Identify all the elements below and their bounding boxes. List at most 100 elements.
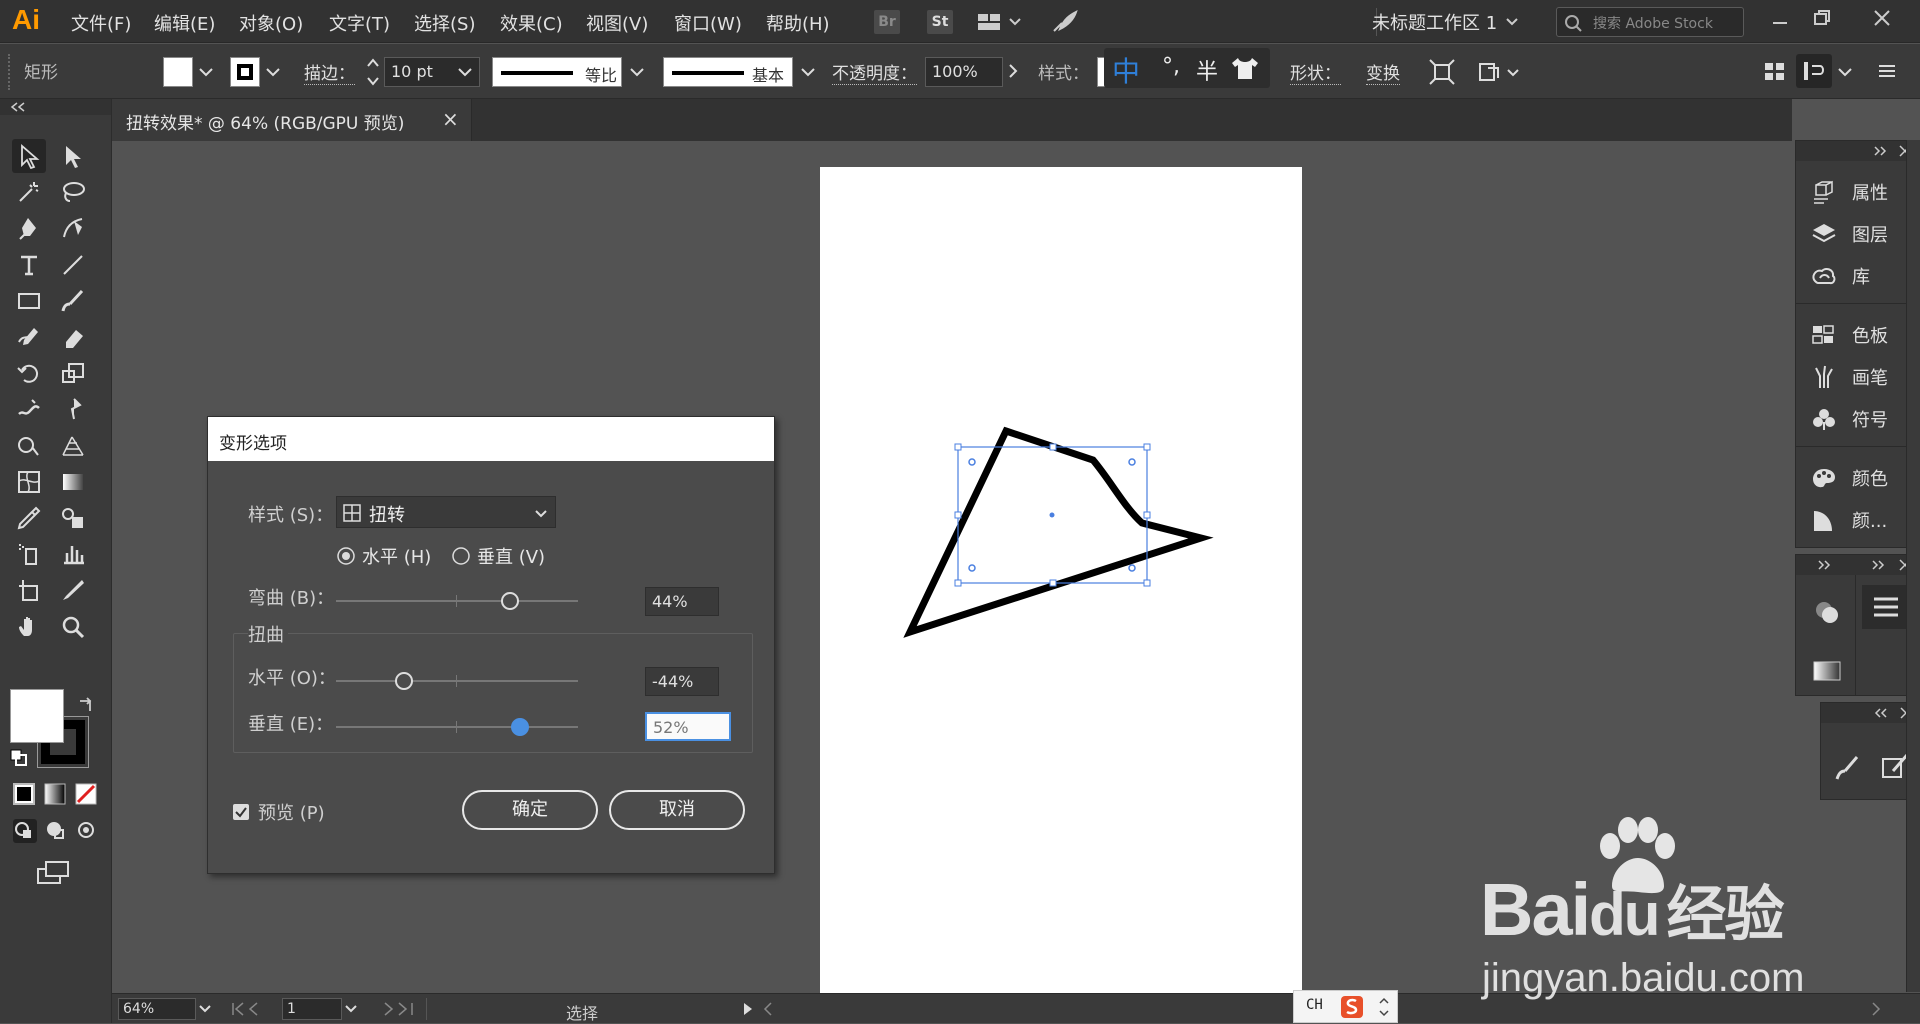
stock-search-field[interactable]: 搜索 Adobe Stock [1556, 7, 1744, 37]
rotate-tool-icon[interactable] [12, 356, 46, 390]
fill-color-box[interactable] [10, 689, 64, 743]
isolate-icon[interactable] [1476, 58, 1524, 90]
panel-color[interactable]: 颜色 [1796, 457, 1919, 499]
horizontal-distortion-slider[interactable] [336, 672, 578, 690]
default-colors-icon[interactable] [10, 749, 28, 771]
close-tab-icon[interactable]: × [442, 107, 459, 131]
ime-status-widget[interactable]: CH [1293, 990, 1398, 1023]
opacity-input[interactable]: 100% [925, 57, 1003, 87]
ime-more-icon[interactable] [1378, 997, 1390, 1017]
ime-punct[interactable]: °, [1162, 54, 1180, 79]
menu-view[interactable]: 视图(V) [586, 10, 648, 36]
eraser-tool-icon[interactable] [56, 320, 90, 354]
shape-builder-tool-icon[interactable] [12, 429, 46, 463]
gradient-tool-icon[interactable] [56, 465, 90, 499]
stroke-label[interactable]: 描边： [304, 59, 355, 85]
direct-selection-tool-icon[interactable] [56, 139, 90, 173]
chevron-down-icon[interactable] [198, 1000, 212, 1016]
color-mode-icon[interactable] [12, 782, 36, 810]
vertical-distortion-slider[interactable] [336, 718, 578, 736]
horizontal-distortion-thumb[interactable] [394, 672, 413, 690]
menu-file[interactable]: 文件(F) [71, 10, 131, 36]
bridge-button[interactable]: Br [874, 10, 900, 34]
chevron-down-icon[interactable] [264, 58, 282, 88]
panel-swatches[interactable]: 色板 [1796, 314, 1919, 356]
curvature-tool-icon[interactable] [56, 211, 90, 245]
screen-mode-icon[interactable] [36, 859, 72, 891]
expand-icon[interactable] [1873, 706, 1889, 720]
close-window-icon[interactable] [1872, 8, 1892, 32]
transform-link[interactable]: 变换 [1366, 59, 1400, 85]
selection-tool-icon[interactable] [12, 139, 46, 173]
menu-select[interactable]: 选择(S) [414, 10, 475, 36]
menu-edit[interactable]: 编辑(E) [154, 10, 215, 36]
collapse-icon[interactable] [1870, 558, 1886, 572]
workspace-switcher[interactable]: 未标题工作区 1 [1372, 9, 1497, 35]
first-prev-artboard-icon[interactable] [230, 1000, 270, 1018]
scroll-right-icon[interactable] [1870, 1001, 1882, 1017]
zoom-tool-icon[interactable] [56, 610, 90, 644]
warp-tool-icon[interactable] [12, 392, 46, 426]
document-tab[interactable]: 扭转效果* @ 64% (RGB/GPU 预览) × [112, 99, 472, 141]
lasso-tool-icon[interactable] [56, 175, 90, 209]
chevron-down-icon[interactable] [344, 1000, 358, 1016]
horizontal-distortion-input[interactable]: -44% [645, 667, 719, 696]
transparency-icon[interactable] [1812, 597, 1842, 627]
chevron-right-icon[interactable] [1005, 58, 1021, 88]
restore-icon[interactable] [1812, 8, 1832, 32]
paintbrush-icon[interactable] [1833, 753, 1863, 783]
eyedropper-tool-icon[interactable] [12, 501, 46, 535]
menu-type[interactable]: 文字(T) [329, 10, 390, 36]
draw-inside-icon[interactable] [74, 818, 100, 848]
stroke-stepper-icon[interactable] [366, 56, 380, 92]
zoom-input[interactable]: 64% [118, 998, 196, 1020]
opacity-label[interactable]: 不透明度： [832, 59, 917, 85]
stroke-swatch[interactable] [230, 57, 260, 87]
paintbrush-tool-icon[interactable] [56, 284, 90, 318]
cancel-button[interactable]: 取消 [609, 790, 745, 830]
panel-properties[interactable]: 属性 [1796, 171, 1919, 213]
mesh-tool-icon[interactable] [12, 465, 46, 499]
arrange-icon[interactable] [1762, 58, 1788, 90]
vertical-scrollbar[interactable] [1906, 140, 1920, 992]
symbol-sprayer-tool-icon[interactable] [12, 537, 46, 571]
none-mode-icon[interactable] [74, 782, 98, 810]
artboard-tool-icon[interactable] [12, 573, 46, 607]
scroll-left-icon[interactable] [762, 1001, 774, 1017]
pen-tool-icon[interactable] [12, 211, 46, 245]
panel-menu-icon[interactable] [1876, 58, 1898, 88]
draw-normal-icon[interactable] [12, 818, 38, 848]
chevron-down-icon[interactable] [799, 58, 817, 88]
bend-input[interactable]: 44% [645, 587, 719, 616]
ime-toolbar[interactable]: 中 °, 半 [1104, 48, 1270, 88]
vertical-distortion-input[interactable]: 52% [645, 712, 731, 741]
warp-style-select[interactable]: 扭转 [336, 496, 556, 528]
vertical-distortion-thumb[interactable] [510, 718, 529, 736]
panel-libraries[interactable]: 库 [1796, 255, 1919, 297]
menu-help[interactable]: 帮助(H) [766, 10, 830, 36]
panel-menu-button[interactable] [1862, 585, 1910, 629]
chevron-down-icon[interactable] [1505, 11, 1519, 35]
chevron-down-icon[interactable] [197, 58, 215, 88]
align-to-pixel-icon[interactable] [1428, 58, 1456, 90]
panel-layers[interactable]: 图层 [1796, 213, 1919, 255]
slice-tool-icon[interactable] [56, 573, 90, 607]
line-tool-icon[interactable] [56, 248, 90, 282]
scale-tool-icon[interactable] [56, 356, 90, 390]
rectangle-tool-icon[interactable] [12, 284, 46, 318]
panel-brushes[interactable]: 画笔 [1796, 356, 1919, 398]
shaper-tool-icon[interactable] [12, 320, 46, 354]
draw-behind-icon[interactable] [43, 818, 69, 848]
chevron-down-icon[interactable] [628, 58, 646, 88]
shape-label[interactable]: 形状： [1290, 59, 1341, 85]
bend-slider-thumb[interactable] [501, 592, 520, 610]
warped-shape[interactable] [880, 420, 1220, 640]
vertical-radio[interactable]: 垂直 (V) [451, 543, 545, 569]
ime-mode[interactable]: 中 [1112, 50, 1140, 90]
gpu-rocket-icon[interactable] [1050, 9, 1078, 39]
arrange-documents-icon[interactable] [976, 10, 1022, 38]
perspective-grid-tool-icon[interactable] [56, 429, 90, 463]
variable-width-profile[interactable]: 等比 [492, 57, 622, 87]
collapse-icon[interactable] [1872, 144, 1888, 158]
next-last-artboard-icon[interactable] [380, 1000, 420, 1018]
